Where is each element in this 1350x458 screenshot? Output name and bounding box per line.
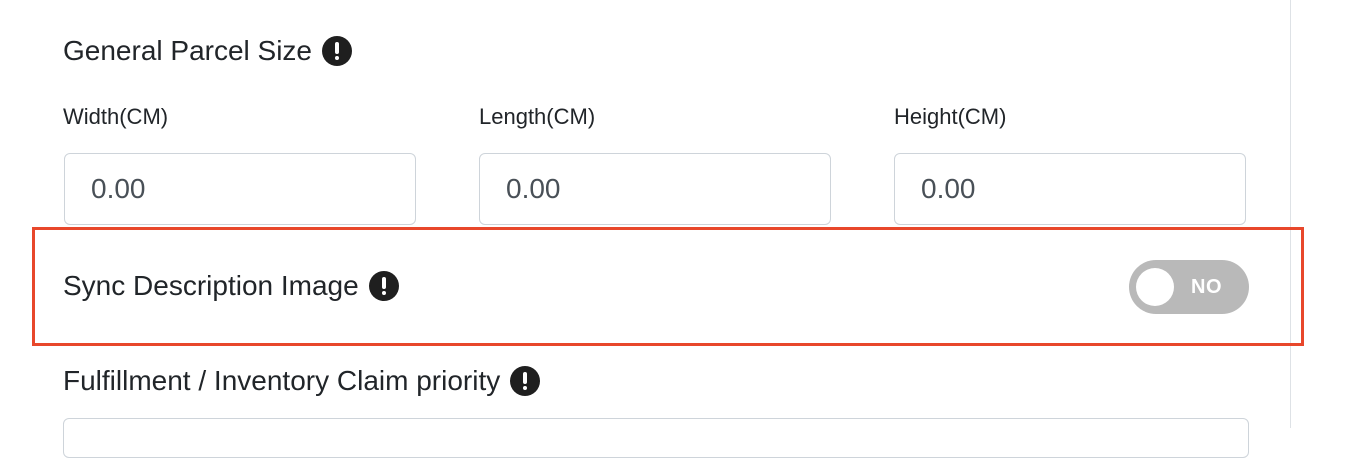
length-input-value: 0.00 xyxy=(506,173,561,204)
info-icon[interactable] xyxy=(322,36,353,66)
info-icon[interactable] xyxy=(368,271,399,301)
width-label: Width(CM) xyxy=(63,104,169,129)
height-label: Height(CM) xyxy=(894,104,1007,129)
fulfillment-priority-select[interactable] xyxy=(63,418,1249,458)
toggle-state-text: NO xyxy=(1191,276,1222,298)
length-label: Length(CM) xyxy=(479,104,596,129)
panel-right-border xyxy=(1290,0,1291,428)
fulfillment-heading: Fulfillment / Inventory Claim priority xyxy=(63,362,541,400)
fulfillment-label: Fulfillment / Inventory Claim priority xyxy=(63,365,501,396)
height-input[interactable]: 0.00 xyxy=(894,153,1246,225)
sync-description-image-label: Sync Description Image xyxy=(63,270,359,301)
length-input[interactable]: 0.00 xyxy=(479,153,831,225)
toggle-knob xyxy=(1136,268,1174,306)
width-input-value: 0.00 xyxy=(91,173,146,204)
height-input-value: 0.00 xyxy=(921,173,976,204)
parcel-size-heading: General Parcel Size xyxy=(63,32,353,70)
sync-description-image-toggle[interactable]: NO xyxy=(1129,260,1249,314)
width-input[interactable]: 0.00 xyxy=(64,153,416,225)
info-icon[interactable] xyxy=(510,366,541,396)
parcel-size-title: General Parcel Size xyxy=(63,35,313,66)
sync-description-image-row: Sync Description Image xyxy=(63,267,399,305)
